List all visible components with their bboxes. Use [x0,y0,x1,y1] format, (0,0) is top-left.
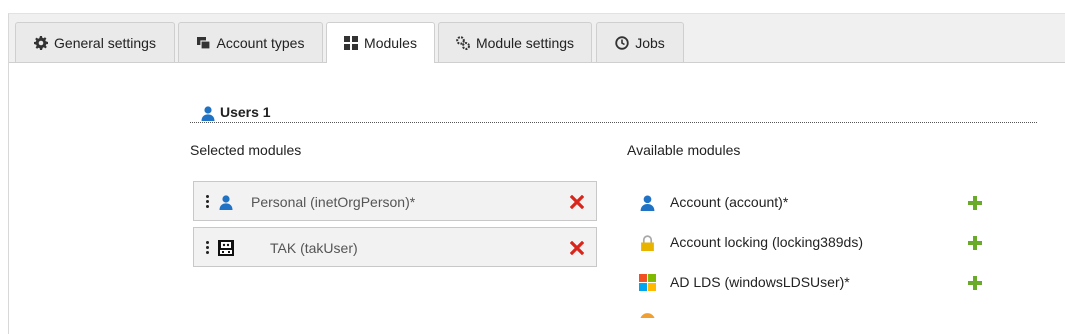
selected-module-label: Personal (inetOrgPerson)* [251,194,416,210]
selected-module-row[interactable]: Personal (inetOrgPerson)* [193,181,597,221]
selected-module-row[interactable]: TAK (takUser) [193,227,597,267]
remove-icon[interactable] [569,194,585,210]
tak-icon [218,240,234,256]
remove-icon[interactable] [569,240,585,256]
tab-label: Jobs [635,34,665,51]
available-module-row: AD LDS (windowsLDSUser)* [639,273,999,293]
gears-icon [456,35,470,50]
partial-next-module-icon [639,312,656,318]
selected-module-label: TAK (takUser) [270,240,358,256]
tab-account-types[interactable]: Account types [178,22,323,62]
gear-icon [34,35,49,50]
available-module-label: Account locking (locking389ds) [670,234,863,250]
section-title: Users 1 [190,104,1037,123]
selected-modules-label: Selected modules [190,142,302,158]
add-icon[interactable] [968,236,982,250]
tab-label: Account types [216,34,305,51]
available-module-label: Account (account)* [670,194,789,210]
section-title-label: Users 1 [220,104,271,120]
drag-handle[interactable] [203,194,211,209]
tab-label: General settings [54,34,156,51]
user-icon [639,194,656,211]
account-types-icon [196,36,211,50]
available-module-label: AD LDS (windowsLDSUser)* [670,274,850,290]
windows-icon [639,274,656,291]
grid-icon [344,36,359,50]
tab-label: Module settings [475,34,575,51]
tab-label: Modules [364,35,417,51]
tab-bar: General settings Account types Modules M… [9,14,1065,63]
clock-icon [615,35,629,50]
available-modules-label: Available modules [627,142,741,158]
available-module-row: Account locking (locking389ds) [639,233,999,253]
tab-jobs[interactable]: Jobs [596,22,684,62]
user-icon [200,105,216,121]
tab-general-settings[interactable]: General settings [15,22,175,62]
user-icon [218,194,234,210]
drag-handle[interactable] [203,240,211,255]
lock-icon [639,234,656,251]
tab-module-settings[interactable]: Module settings [438,22,592,62]
available-module-row: Account (account)* [639,193,999,213]
add-icon[interactable] [968,196,982,210]
add-icon[interactable] [968,276,982,290]
tab-modules[interactable]: Modules [326,22,435,63]
